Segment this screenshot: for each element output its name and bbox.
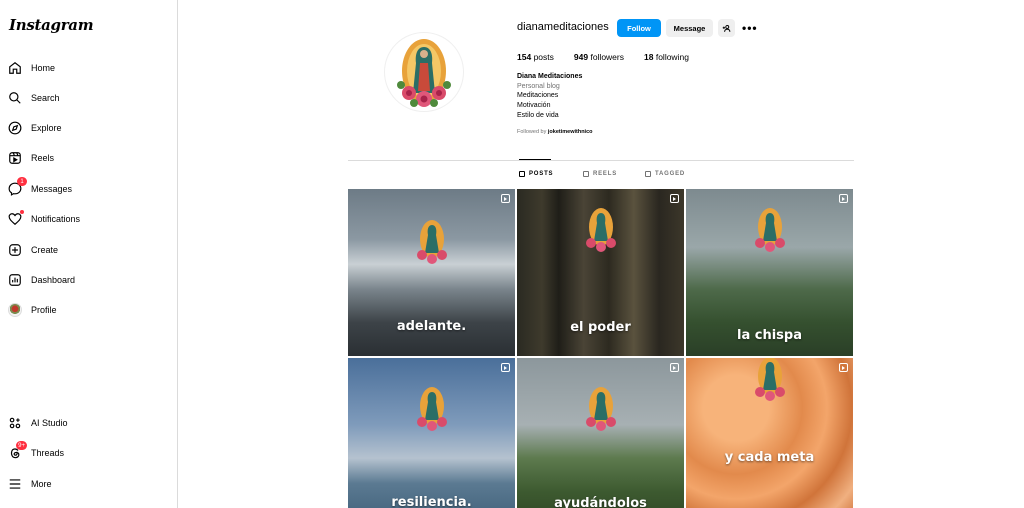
sidebar-item-label: Notifications: [31, 214, 81, 224]
bio-line: Meditaciones: [517, 92, 559, 100]
display-name: Diana Meditaciones: [517, 73, 583, 80]
reel-icon: [501, 363, 510, 372]
avatar: [8, 303, 22, 317]
instagram-logo[interactable]: Instagram: [9, 16, 94, 34]
sidebar-item-label: Dashboard: [31, 275, 76, 285]
followed-by[interactable]: Followed by joketimewithnico: [517, 129, 593, 135]
profile-bio: Diana Meditaciones Personal blog Meditac…: [517, 72, 582, 121]
sidebar-item-label: Create: [31, 245, 59, 255]
virgin-image: [754, 208, 785, 252]
reel-icon: [670, 194, 679, 203]
category-label: Personal blog: [517, 82, 560, 90]
profile-username: dianameditaciones: [517, 21, 609, 33]
sidebar-item-ai-studio[interactable]: AI Studio: [8, 411, 68, 435]
sidebar-item-label: Reels: [31, 153, 55, 163]
post-tile[interactable]: la chispa: [686, 189, 853, 356]
post-caption: resiliencia.: [391, 495, 472, 508]
heart-icon: [8, 210, 24, 226]
following-stat[interactable]: 18 following: [644, 52, 689, 62]
reel-icon: [670, 363, 679, 372]
search-icon: [8, 91, 22, 105]
plus-square-icon: [8, 243, 22, 257]
grid-icon: [519, 171, 525, 177]
reels-icon: [583, 171, 589, 177]
followers-stat[interactable]: 949 followers: [574, 52, 624, 62]
post-tile[interactable]: ayudándolos: [517, 358, 684, 508]
post-caption: el poder: [570, 320, 631, 335]
virgin-image: [416, 387, 447, 431]
post-tile[interactable]: el poder: [517, 189, 684, 356]
reel-icon: [501, 194, 510, 203]
ai-studio-icon: [8, 416, 22, 430]
reel-icon: [839, 194, 848, 203]
bio-line: Motivación: [517, 102, 551, 110]
tabs-divider: [348, 160, 854, 161]
bio-line: Estilo de vida: [517, 111, 559, 119]
sidebar-item-profile[interactable]: Profile: [8, 298, 57, 322]
tag-icon: [645, 171, 651, 177]
sidebar-item-more[interactable]: More: [8, 472, 52, 496]
post-caption: y cada meta: [724, 450, 815, 465]
profile-stats: 154 posts 949 followers 18 following: [517, 52, 689, 62]
compass-icon: [8, 121, 22, 135]
virgin-image: [754, 358, 785, 401]
sidebar-item-label: Profile: [31, 305, 57, 315]
post-caption: la chispa: [737, 328, 802, 343]
tab-posts[interactable]: POSTS: [519, 171, 553, 177]
sidebar-item-threads[interactable]: 9+ Threads: [8, 441, 64, 465]
threads-badge: 9+: [16, 441, 27, 450]
virgin-image: [585, 208, 616, 252]
sidebar-item-reels[interactable]: Reels: [8, 146, 54, 170]
reel-icon: [839, 363, 848, 372]
sidebar-item-messages[interactable]: 1 Messages: [8, 177, 72, 201]
sidebar-item-label: AI Studio: [31, 418, 68, 428]
sidebar-item-label: Threads: [31, 448, 65, 458]
profile-picture[interactable]: [384, 32, 464, 112]
active-tab-indicator: [519, 159, 551, 160]
sidebar-item-create[interactable]: Create: [8, 238, 58, 262]
sidebar-item-notifications[interactable]: Notifications: [8, 207, 80, 231]
dashboard-icon: [8, 273, 22, 287]
menu-icon: [8, 477, 22, 491]
sidebar-item-search[interactable]: Search: [8, 86, 60, 110]
threads-icon: 9+: [8, 441, 27, 460]
sidebar-item-label: Messages: [31, 184, 73, 194]
sidebar-item-dashboard[interactable]: Dashboard: [8, 268, 75, 292]
virgin-image: [585, 387, 616, 431]
post-tile[interactable]: adelante.: [348, 189, 515, 356]
post-tile[interactable]: y cada meta: [686, 358, 853, 508]
home-icon: [8, 61, 22, 75]
notification-dot: [20, 210, 24, 214]
add-person-icon: [722, 24, 731, 32]
more-options-icon[interactable]: •••: [742, 21, 758, 35]
suggested-users-button[interactable]: [718, 19, 735, 37]
sidebar-item-label: Home: [31, 63, 56, 73]
sidebar-item-home[interactable]: Home: [8, 56, 55, 80]
reels-icon: [8, 151, 22, 165]
follow-button[interactable]: Follow: [617, 19, 661, 37]
post-caption: ayudándolos: [554, 496, 647, 508]
sidebar-item-label: More: [31, 479, 52, 489]
tab-tagged[interactable]: TAGGED: [645, 171, 685, 177]
sidebar-item-label: Search: [31, 93, 60, 103]
messages-badge: 1: [17, 177, 27, 186]
virgin-image: [397, 39, 451, 107]
sidebar: Instagram Home Search Explore Reels 1 Me…: [0, 0, 178, 508]
sidebar-item-label: Explore: [31, 123, 62, 133]
post-caption: adelante.: [396, 319, 467, 334]
messenger-icon: 1: [8, 177, 27, 196]
sidebar-item-explore[interactable]: Explore: [8, 116, 62, 140]
tab-reels[interactable]: REELS: [583, 171, 617, 177]
posts-stat: 154 posts: [517, 52, 554, 62]
message-button[interactable]: Message: [666, 19, 713, 37]
virgin-image: [416, 220, 447, 264]
post-tile[interactable]: resiliencia.: [348, 358, 515, 508]
